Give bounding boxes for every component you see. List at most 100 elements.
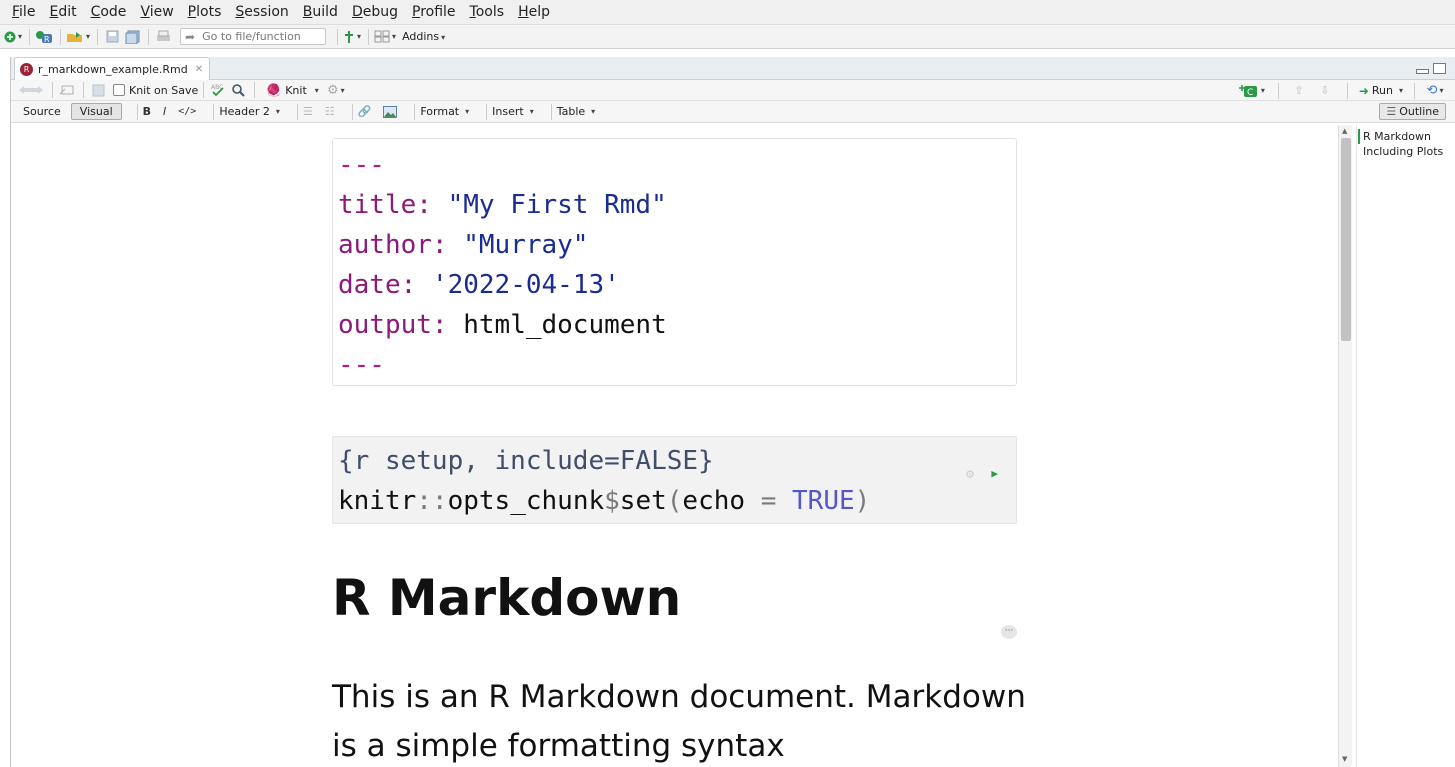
- svg-text:R: R: [44, 35, 50, 44]
- save-all-button[interactable]: [123, 27, 141, 47]
- new-file-icon: [4, 31, 16, 42]
- numbered-list-button[interactable]: ☷: [325, 105, 335, 118]
- folder-open-icon: [67, 31, 83, 42]
- source-mode-button[interactable]: Source: [23, 105, 61, 118]
- run-button[interactable]: ➜ Run ▾: [1359, 84, 1403, 98]
- inline-code-button[interactable]: </>: [178, 106, 196, 117]
- bullet-list-icon: ☰: [302, 105, 313, 118]
- numbered-list-icon: ☷: [324, 105, 335, 118]
- open-file-button[interactable]: ▾: [66, 27, 90, 47]
- popout-icon: [59, 85, 74, 95]
- next-section-button[interactable]: ⇩: [1316, 81, 1334, 101]
- image-icon: [383, 105, 398, 118]
- menu-debug[interactable]: Debug: [345, 0, 405, 25]
- table-menu[interactable]: Table ▾: [557, 105, 595, 118]
- knit-on-save-checkbox[interactable]: Knit on Save: [113, 84, 198, 97]
- menu-build[interactable]: Build: [296, 0, 345, 25]
- run-chunk-play-icon[interactable]: ▶: [991, 454, 998, 494]
- print-icon: [156, 30, 170, 41]
- pane-layout-button[interactable]: ▾: [374, 27, 396, 47]
- bold-button[interactable]: B: [143, 105, 151, 118]
- body-paragraph: This is an R Markdown document. Markdown…: [332, 679, 1026, 764]
- print-button[interactable]: [154, 27, 172, 47]
- menu-session[interactable]: Session: [228, 0, 295, 25]
- toolbar-separator: [550, 103, 552, 120]
- arrow-up-icon: ⇧: [1294, 84, 1304, 97]
- heading-select[interactable]: Header 2 ▾: [219, 105, 280, 118]
- vcs-button[interactable]: ▾: [343, 27, 361, 47]
- back-forward-icon: [19, 86, 43, 94]
- outline-toggle-button[interactable]: ☰ Outline: [1379, 103, 1446, 120]
- toolbar-separator: [203, 82, 205, 98]
- insert-chunk-button[interactable]: C ▾: [1238, 81, 1265, 101]
- addins-menu[interactable]: Addins ▾: [402, 30, 445, 43]
- outline-item-including-plots[interactable]: Including Plots: [1363, 144, 1455, 159]
- editor-scrollbar[interactable]: ▲ ▼: [1338, 125, 1352, 767]
- pane-window-controls: [1416, 63, 1446, 74]
- scroll-down-arrow-icon[interactable]: ▼: [1342, 755, 1347, 763]
- previous-section-button[interactable]: ⇧: [1290, 81, 1308, 101]
- save-all-icon: [125, 30, 140, 44]
- search-icon: [232, 84, 245, 97]
- link-icon: 🔗: [357, 105, 372, 118]
- scrollbar-thumb[interactable]: [1341, 138, 1351, 341]
- back-button[interactable]: [17, 80, 45, 100]
- tab-bar: R r_markdown_example.Rmd ✕: [11, 57, 1455, 80]
- save-icon: [92, 84, 104, 96]
- find-replace-button[interactable]: [229, 80, 247, 100]
- settings-button[interactable]: ⚙ ▾: [327, 80, 345, 100]
- menu-view[interactable]: View: [133, 0, 180, 25]
- visual-editor[interactable]: --- title: "My First Rmd" author: "Murra…: [11, 125, 1338, 767]
- insert-link-button[interactable]: 🔗: [358, 105, 372, 118]
- menu-profile[interactable]: Profile: [405, 0, 463, 25]
- visual-mode-button[interactable]: Visual: [70, 103, 122, 120]
- code-chunk-setup[interactable]: {r setup, include=FALSE} knitr::opts_chu…: [332, 436, 1017, 524]
- toolbar-separator: [136, 103, 138, 120]
- outline-icon: ☰: [1386, 105, 1397, 118]
- tab-rmd-file[interactable]: R r_markdown_example.Rmd ✕: [14, 57, 211, 80]
- minimize-pane-icon[interactable]: [1416, 69, 1429, 74]
- menu-edit[interactable]: Edit: [42, 0, 83, 25]
- toolbar-separator: [60, 28, 62, 45]
- toolbar-separator: [254, 82, 256, 98]
- yaml-title-line: title: "My First Rmd": [338, 190, 667, 220]
- new-file-button[interactable]: ▾: [4, 27, 22, 47]
- toolbar-separator: [52, 82, 53, 98]
- main-toolbar: ▾ R ▾ ➦ Go to file/function ▾ ▾ Addins ▾: [0, 25, 1455, 49]
- menu-bar: File Edit Code View Plots Session Build …: [0, 0, 1455, 25]
- checkbox-box[interactable]: [113, 84, 125, 96]
- scroll-up-arrow-icon[interactable]: ▲: [1342, 127, 1347, 135]
- menu-file[interactable]: File: [5, 0, 42, 25]
- knit-button[interactable]: 🧶 Knit ▾: [266, 83, 319, 97]
- insert-menu[interactable]: Insert ▾: [492, 105, 534, 118]
- menu-code[interactable]: Code: [84, 0, 134, 25]
- menu-tools[interactable]: Tools: [463, 0, 512, 25]
- maximize-pane-icon[interactable]: [1433, 63, 1446, 74]
- show-in-window-button[interactable]: [58, 80, 76, 100]
- section-more-options-icon[interactable]: ···: [1001, 625, 1017, 639]
- bullet-list-button[interactable]: ☰: [303, 105, 313, 118]
- yaml-dashes-top: ---: [338, 150, 385, 180]
- save-button[interactable]: [103, 27, 121, 47]
- close-tab-icon[interactable]: ✕: [195, 64, 203, 75]
- outline-item-r-markdown[interactable]: R Markdown: [1358, 129, 1455, 144]
- toolbar-separator: [351, 103, 353, 120]
- yaml-output-line: output: html_document: [338, 310, 667, 340]
- insert-image-button[interactable]: [383, 105, 398, 118]
- menu-help[interactable]: Help: [511, 0, 557, 25]
- yaml-header-block[interactable]: --- title: "My First Rmd" author: "Murra…: [332, 138, 1017, 386]
- save-doc-button[interactable]: [89, 80, 107, 100]
- chunk-options-gear-icon[interactable]: ⚙: [966, 455, 974, 495]
- gear-icon: ⚙: [326, 82, 339, 98]
- rerun-button[interactable]: ⟲ ▾: [1426, 81, 1444, 101]
- format-menu[interactable]: Format ▾: [420, 105, 469, 118]
- new-project-button[interactable]: R: [35, 27, 53, 47]
- toolbar-separator: [148, 28, 150, 45]
- spellcheck-icon: ABC: [211, 84, 224, 97]
- menu-plots[interactable]: Plots: [181, 0, 229, 25]
- go-to-file-input[interactable]: ➦ Go to file/function: [180, 28, 327, 45]
- italic-button[interactable]: I: [163, 105, 166, 118]
- insert-chunk-icon: C: [1238, 84, 1257, 98]
- svg-text:C: C: [1247, 88, 1253, 98]
- spellcheck-button[interactable]: ABC: [209, 80, 227, 100]
